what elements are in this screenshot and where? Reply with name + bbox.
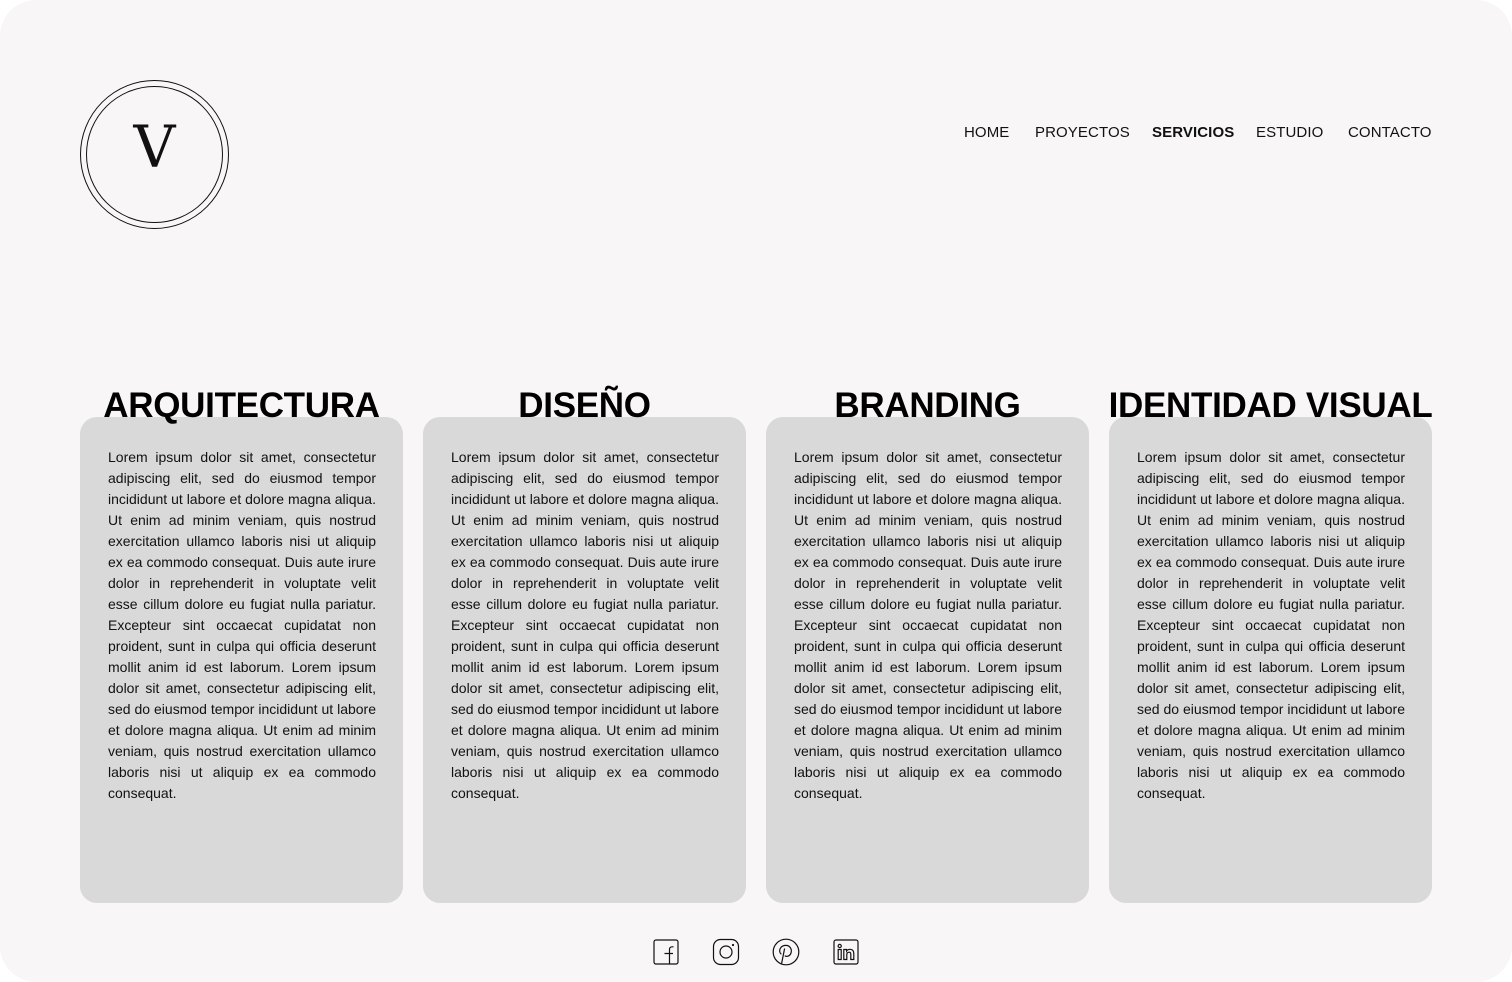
- service-title-branding: BRANDING: [834, 386, 1021, 425]
- nav-item-estudio[interactable]: ESTUDIO: [1256, 123, 1323, 143]
- service-description: Lorem ipsum dolor sit amet, consectetur …: [451, 449, 719, 801]
- service-title-diseno: DISEÑO: [518, 386, 651, 425]
- nav-item-proyectos[interactable]: PROYECTOS: [1035, 123, 1130, 143]
- service-description: Lorem ipsum dolor sit amet, consectetur …: [1137, 449, 1405, 801]
- nav-item-home[interactable]: HOME: [964, 123, 1009, 143]
- page: V HOME PROYECTOS SERVICIOS ESTUDIO CONTA…: [0, 0, 1512, 982]
- nav-item-contacto[interactable]: CONTACTO: [1348, 123, 1432, 143]
- service-card-arquitectura: Lorem ipsum dolor sit amet, consectetur …: [80, 417, 403, 903]
- service-title-identidad-visual: IDENTIDAD VISUAL: [1108, 386, 1433, 425]
- pinterest-icon[interactable]: [772, 938, 800, 966]
- service-card-branding: Lorem ipsum dolor sit amet, consectetur …: [766, 417, 1089, 903]
- linkedin-icon[interactable]: [832, 938, 860, 966]
- service-description: Lorem ipsum dolor sit amet, consectetur …: [794, 449, 1062, 801]
- service-card-diseno: Lorem ipsum dolor sit amet, consectetur …: [423, 417, 746, 903]
- logo[interactable]: V: [80, 80, 229, 229]
- facebook-icon[interactable]: [652, 938, 680, 966]
- instagram-icon[interactable]: [712, 938, 740, 966]
- service-description: Lorem ipsum dolor sit amet, consectetur …: [108, 449, 376, 801]
- service-card-identidad-visual: Lorem ipsum dolor sit amet, consectetur …: [1109, 417, 1432, 903]
- main-nav: HOME PROYECTOS SERVICIOS ESTUDIO CONTACT…: [0, 123, 1512, 143]
- service-title-arquitectura: ARQUITECTURA: [103, 386, 380, 425]
- nav-item-servicios[interactable]: SERVICIOS: [1152, 123, 1234, 143]
